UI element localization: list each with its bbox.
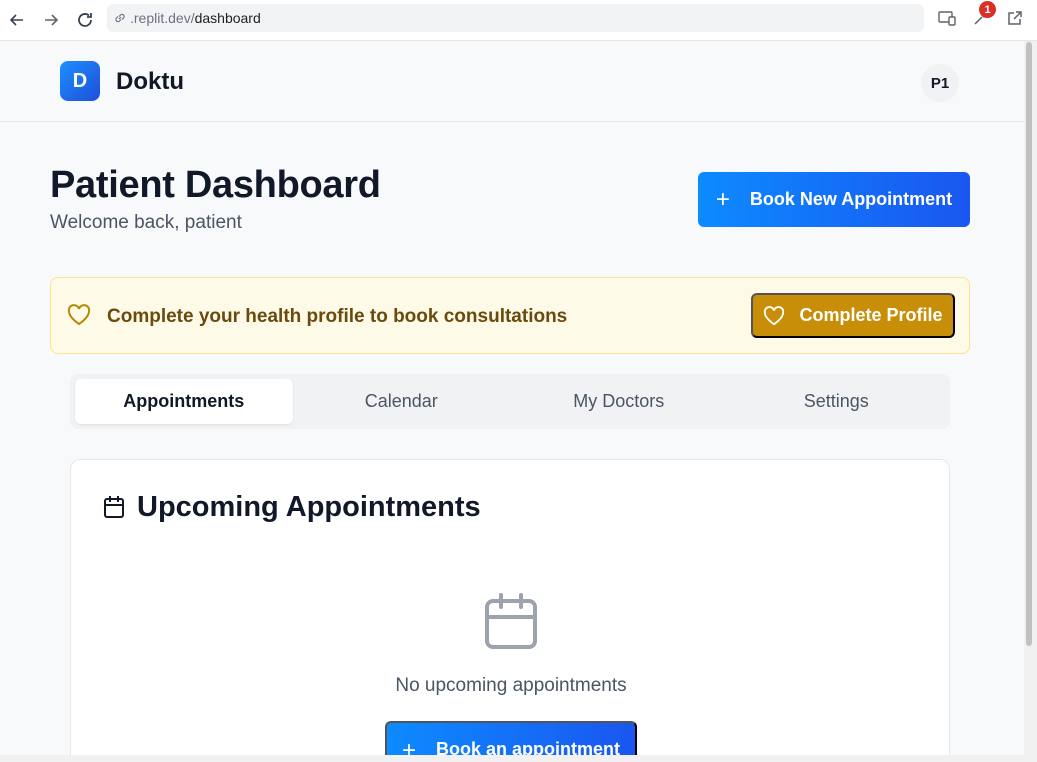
profile-alert: Complete your health profile to book con…: [50, 277, 970, 354]
complete-profile-label: Complete Profile: [799, 305, 943, 325]
logo[interactable]: D: [60, 61, 100, 101]
heart-icon: [67, 304, 91, 331]
arrow-left-icon[interactable]: [4, 7, 30, 33]
heart-icon: [763, 305, 785, 326]
arrow-right-icon[interactable]: [38, 7, 64, 33]
plus-icon: +: [715, 185, 730, 213]
tab-settings[interactable]: Settings: [728, 379, 946, 424]
tab-my-doctors[interactable]: My Doctors: [510, 379, 728, 424]
url-path: dashboard: [194, 10, 261, 26]
alert-message: Complete your health profile to book con…: [107, 306, 568, 327]
book-new-appointment-label: Book New Appointment: [749, 189, 953, 209]
avatar[interactable]: P1: [921, 64, 959, 102]
open-external-icon[interactable]: [1003, 6, 1027, 30]
tab-calendar[interactable]: Calendar: [293, 379, 511, 424]
page-title: Patient Dashboard: [50, 164, 381, 206]
tab-appointments[interactable]: Appointments: [75, 379, 293, 424]
app-header: D Doktu P1: [0, 41, 1024, 122]
book-new-appointment-button[interactable]: + Book New Appointment: [698, 172, 970, 227]
brand-name[interactable]: Doktu: [116, 68, 184, 96]
link-icon: [113, 11, 127, 25]
dashboard-tabs: Appointments Calendar My Doctors Setting…: [70, 374, 950, 429]
screen-cast-icon[interactable]: [935, 6, 959, 30]
address-bar[interactable]: .replit.dev/dashboard: [107, 4, 924, 32]
page-subtitle: Welcome back, patient: [50, 212, 242, 233]
calendar-icon: [483, 592, 539, 655]
horizontal-scrollbar[interactable]: [0, 755, 1024, 762]
reload-icon[interactable]: [72, 7, 98, 33]
empty-state-message: No upcoming appointments: [395, 675, 627, 696]
extension-icon[interactable]: 1: [969, 1, 996, 30]
browser-toolbar: .replit.dev/dashboard 1: [0, 0, 1037, 41]
calendar-icon: [103, 495, 125, 524]
url-domain: .replit.dev/: [130, 10, 195, 26]
notification-badge: 1: [979, 1, 996, 18]
complete-profile-button[interactable]: Complete Profile: [751, 293, 955, 338]
card-title: Upcoming Appointments: [137, 491, 481, 523]
scrollbar-thumb[interactable]: [1026, 42, 1032, 646]
upcoming-appointments-card: Upcoming Appointments No upcoming appoin…: [70, 459, 950, 762]
